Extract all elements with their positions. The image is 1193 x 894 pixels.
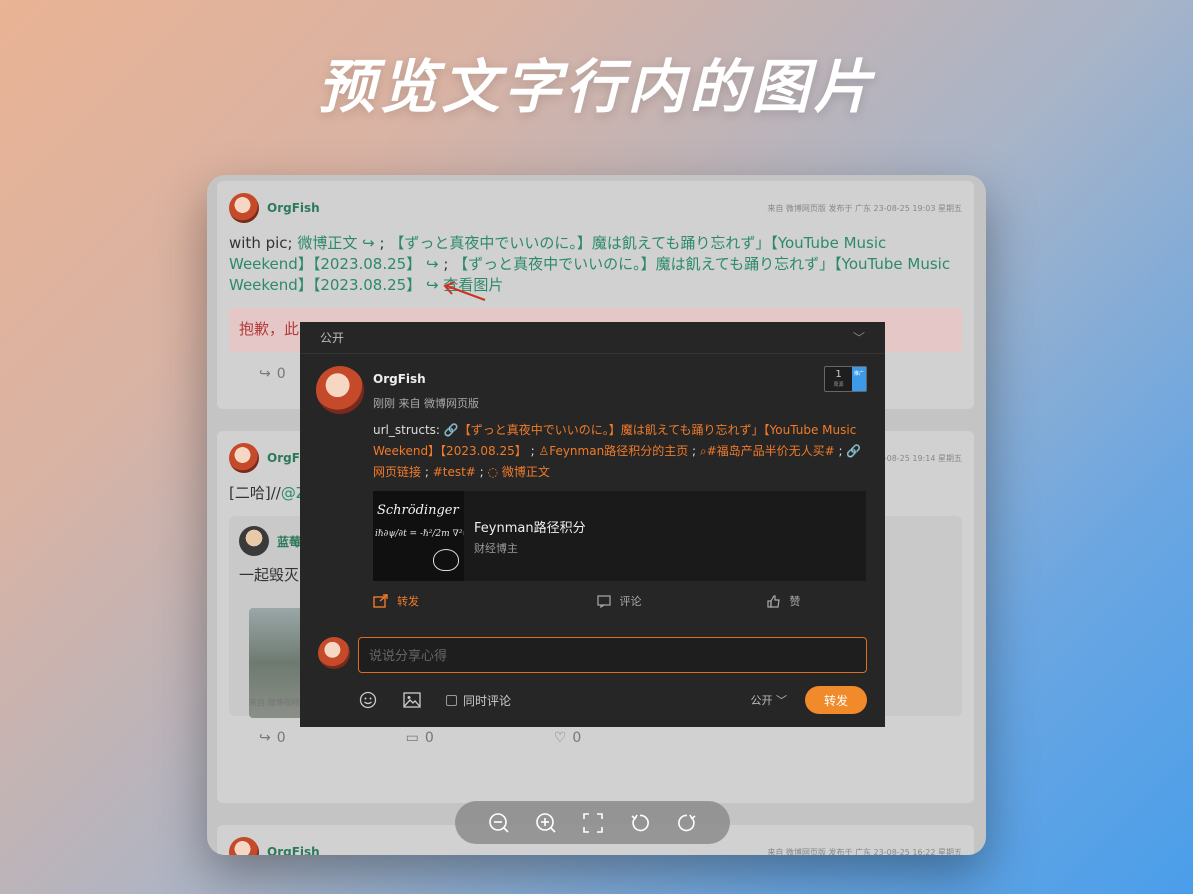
avatar[interactable]: [229, 443, 259, 473]
post-text: with pic; 微博正文 ↪ ; 【ずっと真夜中でいいのに。】魔は飢えても踊…: [229, 225, 962, 296]
badge-label: 周源: [833, 382, 844, 388]
post-meta: 来自 微博网页版 发布于 广东 23-08-25 16:22 星期五: [767, 847, 962, 856]
link-icon: 🔗: [443, 423, 459, 437]
heart-icon: ♡: [553, 730, 567, 746]
image-viewer-toolbar: [455, 801, 730, 844]
like-button[interactable]: ♡ 0: [554, 730, 581, 746]
quote-author[interactable]: 蓝莓: [277, 533, 301, 550]
comment-button[interactable]: ▭ 0: [406, 730, 434, 746]
repost-count: 0: [276, 366, 286, 382]
avatar[interactable]: [316, 366, 364, 414]
repost-icon: ↪: [259, 730, 271, 746]
profile-link[interactable]: Feynman路径积分的主页: [549, 444, 688, 458]
text-prefix: [二哈]//: [229, 484, 281, 502]
repost-label: 转发: [397, 595, 419, 608]
author-name[interactable]: OrgFish: [267, 201, 320, 215]
annotation-arrow-icon: [443, 281, 486, 301]
fullscreen-icon[interactable]: [581, 811, 605, 835]
dialog-body-text: url_structs: 🔗【ずっと真夜中でいいのに。】魔は飢えても踊り忘れず」…: [373, 420, 867, 483]
emoji-icon[interactable]: [358, 690, 378, 710]
repost-send-button[interactable]: 转发: [805, 686, 867, 714]
rotate-left-icon[interactable]: [628, 811, 652, 835]
comment-count: 0: [424, 730, 434, 746]
avatar[interactable]: [229, 193, 259, 223]
separator: ;: [374, 234, 390, 252]
thumb-text-2: iℏ∂ψ/∂t = -ℏ²/2m ∇²ψ+Vψ: [375, 529, 464, 539]
chevron-down-icon[interactable]: ﹀: [853, 329, 865, 346]
dialog-header: 公开 ﹀: [300, 322, 885, 354]
circle-icon: ◌: [487, 465, 502, 479]
separator: ;: [834, 444, 847, 458]
author-name[interactable]: OrgFish: [267, 845, 320, 855]
rotate-right-icon[interactable]: [675, 811, 699, 835]
page-headline: 预览文字行内的图片: [317, 53, 876, 121]
profile-card[interactable]: Schrödinger iℏ∂ψ/∂t = -ℏ²/2m ∇²ψ+Vψ Feyn…: [373, 491, 866, 581]
body-label: url_structs:: [373, 423, 444, 437]
comment-icon: ▭: [405, 730, 419, 746]
repost-dialog: 公开 ﹀ OrgFish 刚刚 来自 微博网页版 1 周源 推广 url_stru…: [300, 322, 885, 727]
card-subtitle: 财经博主: [474, 541, 518, 555]
post-meta: 来自 微博网页版 发布于 广东 23-08-25 19:03 星期五: [767, 203, 962, 213]
repost-icon: [373, 594, 388, 608]
text-prefix: with pic;: [229, 234, 298, 252]
separator: ;: [438, 255, 454, 273]
comment-icon: [597, 594, 612, 608]
like-count: 0: [572, 730, 582, 746]
chevron-down-icon: ﹀: [776, 694, 787, 707]
cat-doodle-icon: [433, 549, 459, 571]
repost-button[interactable]: 转发: [373, 593, 537, 609]
zoom-out-icon[interactable]: [487, 811, 511, 835]
repost-count: 0: [276, 730, 286, 746]
web-link[interactable]: 网页链接: [373, 465, 421, 479]
topic-link[interactable]: #福岛产品半价无人买#: [707, 444, 835, 458]
weibo-body-link[interactable]: 微博正文: [502, 465, 550, 479]
test-topic-link[interactable]: #test#: [433, 465, 476, 479]
avatar[interactable]: [239, 526, 269, 556]
separator: ;: [475, 465, 488, 479]
repost-button[interactable]: ↪ 0: [259, 366, 286, 382]
dialog-visibility-label: 公开: [320, 331, 345, 345]
thumb-text-1: Schrödinger: [377, 503, 459, 518]
card-title: Feynman路径积分: [474, 520, 586, 536]
badge[interactable]: 1 周源 推广: [824, 366, 867, 392]
user-icon: ♙: [538, 444, 550, 458]
comment-label: 评论: [619, 595, 642, 608]
image-icon[interactable]: [402, 690, 422, 710]
card-thumbnail: Schrödinger iℏ∂ψ/∂t = -ℏ²/2m ∇²ψ+Vψ: [373, 491, 464, 581]
visibility-dropdown[interactable]: 公开 ﹀: [751, 692, 788, 708]
link-icon: 🔗: [846, 444, 862, 458]
repost-input[interactable]: [358, 637, 867, 673]
comment-button[interactable]: 评论: [537, 593, 701, 609]
checkbox-box[interactable]: [446, 694, 457, 706]
avatar[interactable]: [229, 837, 259, 855]
separator: ;: [688, 444, 700, 458]
like-button[interactable]: 赞: [702, 593, 866, 609]
share-icon: ↪: [421, 276, 444, 294]
search-icon: ⌕: [699, 444, 707, 458]
dialog-author[interactable]: OrgFish: [373, 372, 426, 386]
dialog-actions: 转发 评论 赞: [373, 593, 866, 609]
avatar: [318, 637, 350, 669]
repost-icon: ↪: [259, 366, 271, 382]
also-comment-label: 同时评论: [463, 693, 512, 708]
separator: ;: [526, 444, 539, 458]
notice-text: 抱歉，此: [239, 320, 300, 338]
separator: ;: [421, 465, 433, 479]
compose-tools: 同时评论 公开 ﹀ 转发: [358, 685, 867, 715]
badge-side: 推广: [852, 367, 866, 391]
share-icon: ↪: [421, 255, 439, 273]
repost-button[interactable]: ↪ 0: [259, 730, 286, 746]
like-label: 赞: [789, 595, 801, 608]
thumbs-up-icon: [767, 594, 781, 608]
visibility-label: 公开: [750, 694, 773, 707]
also-comment-checkbox[interactable]: 同时评论: [446, 692, 511, 709]
dialog-subinfo: 刚刚 来自 微博网页版: [373, 397, 479, 410]
zoom-in-icon[interactable]: [534, 811, 558, 835]
share-icon: ↪: [357, 234, 375, 252]
weibo-body-link[interactable]: 微博正文: [297, 234, 357, 252]
badge-number: 1: [835, 369, 842, 380]
